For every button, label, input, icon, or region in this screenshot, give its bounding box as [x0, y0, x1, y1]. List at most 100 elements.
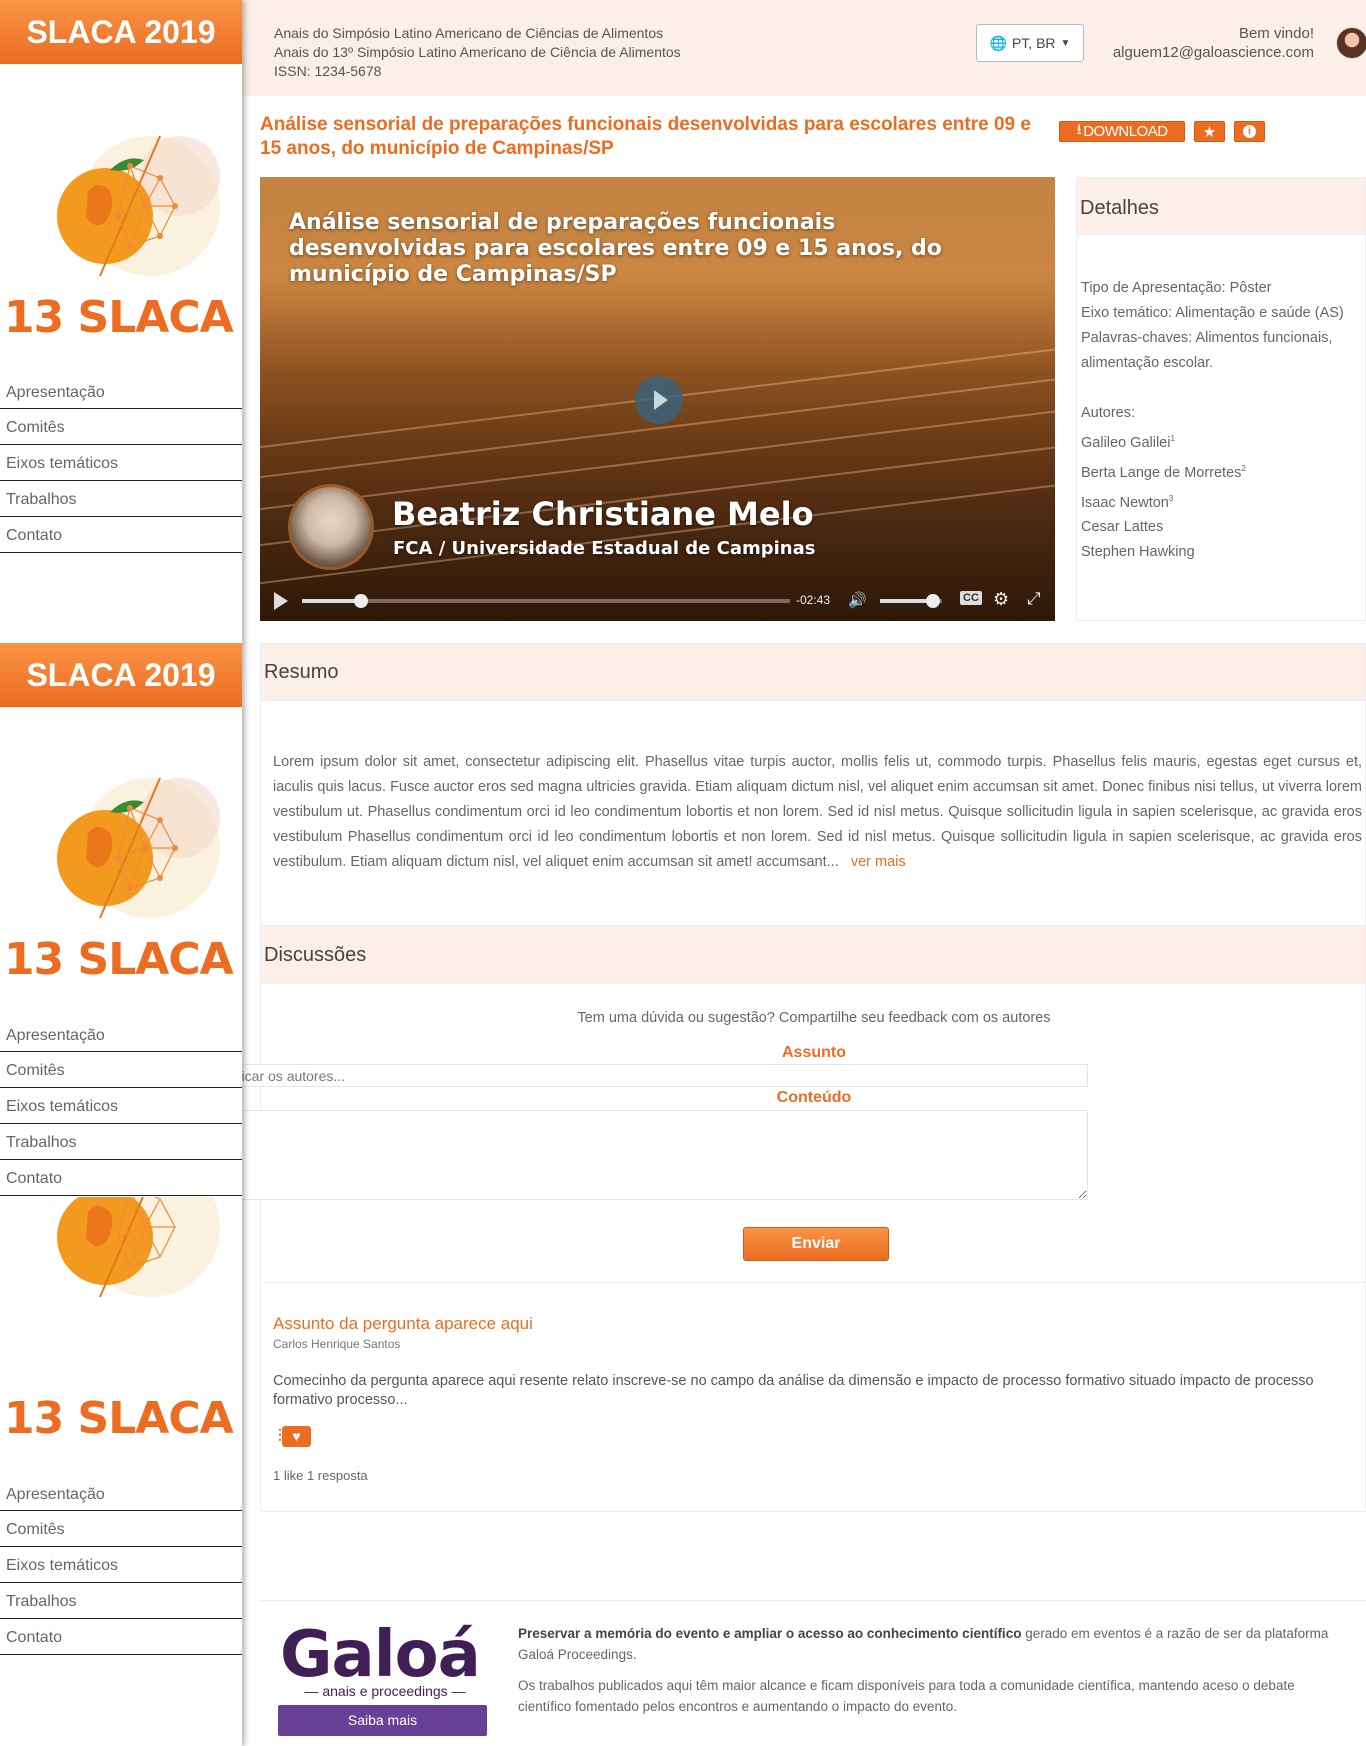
progress-handle[interactable]: [353, 594, 368, 608]
saiba-mais-button[interactable]: Saiba mais: [278, 1705, 487, 1736]
slaca-logo: 13 SLACA: [0, 738, 242, 978]
divider: [260, 1282, 1366, 1283]
proceedings-line-1: Anais do Simpósio Latino Americano de Ci…: [274, 25, 664, 41]
side-nav: Apresentação Comitês Eixos temáticos Tra…: [0, 373, 242, 553]
play-icon[interactable]: [274, 592, 288, 610]
title-actions: ⭳ DOWNLOAD ★ i: [1059, 121, 1265, 142]
star-icon: ★: [1202, 123, 1217, 141]
resumo-text: Lorem ipsum dolor sit amet, consectetur …: [273, 754, 1362, 870]
author-item: Stephen Hawking: [1081, 544, 1195, 561]
avatar[interactable]: [1336, 27, 1366, 59]
nav-comites[interactable]: Comitês: [0, 1052, 242, 1088]
galoa-logo: Galoá: [280, 1618, 481, 1692]
subject-label: Assunto: [782, 1044, 846, 1061]
keywords: Palavras-chaves: Alimentos funcionais, a…: [1081, 330, 1333, 371]
time-remaining: -02:43: [796, 593, 831, 607]
author-item: Galileo Galilei1: [1081, 434, 1175, 451]
volume-fill: [880, 599, 933, 603]
content-label: Conteúdo: [776, 1089, 852, 1106]
side-nav: Apresentação Comitês Eixos temáticos Tra…: [0, 1475, 242, 1655]
language-selector[interactable]: 🌐 PT, BR ▼: [976, 24, 1084, 62]
favorite-button[interactable]: ★: [1194, 121, 1225, 142]
nav-contato[interactable]: Contato: [0, 517, 242, 553]
issn: ISSN: 1234-5678: [274, 63, 382, 79]
nav-apresentacao[interactable]: Apresentação: [0, 373, 242, 409]
nav-eixos-tematicos[interactable]: Eixos temáticos: [0, 1547, 242, 1583]
progress-fill: [302, 599, 361, 603]
details-body: Tipo de Apresentação: Pôster Eixo temáti…: [1077, 235, 1365, 565]
footer-paragraph-1: Preservar a memória do evento e ampliar …: [518, 1626, 1329, 1662]
fullscreen-icon[interactable]: ⤢: [1027, 589, 1041, 609]
proceedings-line-2: Anais do 13º Simpósio Latino Americano d…: [274, 44, 681, 60]
video-player[interactable]: Análise sensorial de preparações funcion…: [260, 177, 1055, 621]
nav-eixos-tematicos[interactable]: Eixos temáticos: [0, 1088, 242, 1124]
heart-icon: ♥: [292, 1428, 301, 1444]
logo-text: 13 SLACA: [4, 292, 234, 336]
authors-label: Autores:: [1081, 405, 1135, 421]
galoa-tagline: — anais e proceedings —: [304, 1683, 466, 1699]
discussions-heading: Discussões: [261, 927, 1365, 984]
logo-text: 13 SLACA: [4, 934, 234, 978]
paper-title: Análise sensorial de preparações funcion…: [260, 114, 1031, 159]
volume-handle[interactable]: [925, 594, 940, 608]
user-info: Bem vindo! alguem12@galoascience.com: [1113, 24, 1314, 62]
details-heading: Detalhes: [1077, 178, 1365, 235]
nav-apresentacao[interactable]: Apresentação: [0, 1016, 242, 1052]
discussions-panel: Discussões Tem uma dúvida ou sugestão? C…: [260, 926, 1366, 1512]
info-button[interactable]: i: [1234, 121, 1265, 142]
brand-bar: SLACA 2019: [0, 0, 242, 64]
speaker-institution: FCA / Universidade Estadual de Campinas: [393, 538, 816, 559]
speaker-name: Beatriz Christiane Melo: [392, 495, 814, 533]
user-email: alguem12@galoascience.com: [1112, 44, 1314, 61]
gear-icon[interactable]: ⚙: [993, 589, 1009, 610]
read-more-link[interactable]: ver mais: [851, 854, 906, 870]
top-header: Anais do Simpósio Latino Americano de Ci…: [242, 0, 1366, 96]
author-item: Cesar Lattes: [1081, 519, 1164, 536]
like-button[interactable]: ♥: [282, 1426, 311, 1447]
resumo-panel: Resumo Lorem ipsum dolor sit amet, conse…: [260, 643, 1366, 926]
proceedings-info: Anais do Simpósio Latino Americano de Ci…: [274, 24, 681, 81]
download-label: DOWNLOAD: [1083, 123, 1168, 140]
speaker-photo: [288, 484, 374, 570]
author-item: Isaac Newton3: [1081, 493, 1174, 511]
send-button[interactable]: Enviar: [743, 1227, 889, 1261]
discussion-prompt: Tem uma dúvida ou sugestão? Compartilhe …: [577, 1010, 1051, 1026]
theme-axis: Eixo temático: Alimentação e saúde (AS): [1081, 305, 1344, 321]
video-controls: -02:43 🔊 CC ⚙ ⤢: [260, 581, 1055, 621]
info-icon: i: [1243, 125, 1256, 138]
brand-bar: SLACA 2019: [0, 643, 242, 707]
welcome-text: Bem vindo!: [1238, 25, 1314, 42]
side-nav: Apresentação Comitês Eixos temáticos Tra…: [0, 1016, 242, 1196]
download-icon: ⭳: [1076, 121, 1082, 138]
captions-icon[interactable]: CC: [960, 591, 982, 605]
nav-comites[interactable]: Comitês: [0, 1511, 242, 1547]
progress-bar[interactable]: [302, 594, 790, 608]
details-panel: Detalhes Tipo de Apresentação: Pôster Ei…: [1076, 177, 1366, 621]
question-title[interactable]: Assunto da pergunta aparece aqui: [273, 1314, 533, 1334]
resumo-heading: Resumo: [261, 644, 1365, 701]
play-overlay-button[interactable]: [635, 376, 683, 424]
nav-comites[interactable]: Comitês: [0, 409, 242, 445]
slaca-logo: 13 SLACA: [0, 1197, 242, 1449]
footer-paragraph-2: Os trabalhos publicados aqui têm maior a…: [518, 1678, 1295, 1714]
nav-eixos-tematicos[interactable]: Eixos temáticos: [0, 445, 242, 481]
globe-icon: 🌐: [989, 34, 1007, 51]
presentation-type: Tipo de Apresentação: Pôster: [1081, 280, 1272, 296]
volume-slider[interactable]: [880, 594, 942, 608]
nav-trabalhos[interactable]: Trabalhos: [0, 1583, 242, 1619]
nav-contato[interactable]: Contato: [0, 1619, 242, 1655]
volume-icon[interactable]: 🔊: [848, 591, 867, 609]
nav-contato[interactable]: Contato: [0, 1160, 242, 1196]
sidebar: SLACA 2019 13 SLACA Apresentação Comitês…: [0, 0, 242, 1746]
nav-apresentacao[interactable]: Apresentação: [0, 1475, 242, 1511]
question-stats: 1 like 1 resposta: [273, 1468, 368, 1483]
nav-trabalhos[interactable]: Trabalhos: [0, 1124, 242, 1160]
nav-trabalhos[interactable]: Trabalhos: [0, 481, 242, 517]
language-label: PT, BR: [1011, 35, 1056, 51]
slaca-logo: 13 SLACA: [0, 96, 242, 336]
author-item: Berta Lange de Morretes2: [1081, 463, 1246, 481]
download-button[interactable]: ⭳ DOWNLOAD: [1059, 121, 1185, 142]
logo-text: 13 SLACA: [4, 1393, 234, 1444]
caret-down-icon: ▼: [1060, 37, 1071, 49]
question-author: Carlos Henrique Santos: [273, 1337, 401, 1351]
